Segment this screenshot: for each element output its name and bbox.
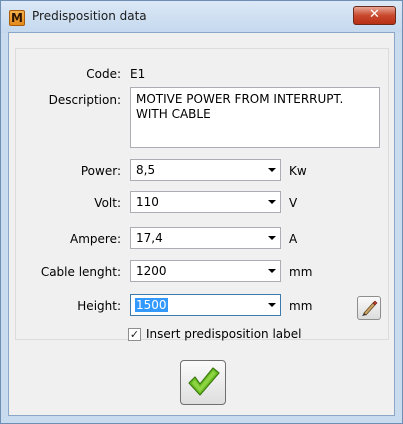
height-label: Height: <box>77 299 121 313</box>
cable-length-unit: mm <box>289 265 313 279</box>
app-icon: M <box>9 10 25 26</box>
code-value: E1 <box>130 67 146 81</box>
volt-value: 110 <box>136 195 159 209</box>
height-unit: mm <box>289 299 313 313</box>
power-combo[interactable]: 8,5 <box>130 159 281 181</box>
form-group: Code: E1 Description: MOTIVE POWER FROM … <box>15 48 389 341</box>
ok-button[interactable] <box>180 360 226 405</box>
dialog-window: M Predisposition data ✕ Code: E1 Descrip… <box>0 0 403 424</box>
insert-label-checkbox[interactable]: ✓ <box>128 328 141 341</box>
ampere-value: 17,4 <box>136 231 163 245</box>
ampere-unit: A <box>289 232 298 246</box>
ampere-label: Ampere: <box>70 232 121 246</box>
volt-combo[interactable]: 110 <box>130 191 281 213</box>
description-label: Description: <box>48 93 121 107</box>
close-icon: ✕ <box>369 7 380 22</box>
dialog-body: Code: E1 Description: MOTIVE POWER FROM … <box>8 32 395 416</box>
power-unit: Kw <box>289 164 307 178</box>
ampere-combo[interactable]: 17,4 <box>130 227 281 249</box>
pencil-brush-icon <box>362 300 378 316</box>
window-title: Predisposition data <box>32 9 147 23</box>
chevron-down-icon[interactable] <box>268 200 276 204</box>
close-button[interactable]: ✕ <box>353 6 396 25</box>
title-bar[interactable]: M Predisposition data ✕ <box>1 1 402 33</box>
height-combo[interactable]: 1500 <box>130 294 281 316</box>
power-value: 8,5 <box>136 163 156 177</box>
chevron-down-icon[interactable] <box>268 303 276 307</box>
description-field[interactable]: MOTIVE POWER FROM INTERRUPT. WITH CABLE <box>130 87 380 148</box>
volt-label: Volt: <box>94 196 121 210</box>
code-label: Code: <box>86 67 121 81</box>
power-label: Power: <box>80 164 121 178</box>
insert-label-text: Insert predisposition label <box>146 327 302 341</box>
green-checkmark-icon <box>188 367 220 396</box>
height-value: 1500 <box>135 298 168 312</box>
edit-label-button[interactable] <box>357 296 381 320</box>
chevron-down-icon[interactable] <box>268 236 276 240</box>
cable-length-combo[interactable]: 1200 <box>130 260 281 282</box>
cable-length-label: Cable lenght: <box>40 265 121 279</box>
chevron-down-icon[interactable] <box>268 269 276 273</box>
cable-length-value: 1200 <box>136 264 167 278</box>
chevron-down-icon[interactable] <box>268 168 276 172</box>
volt-unit: V <box>289 196 298 210</box>
